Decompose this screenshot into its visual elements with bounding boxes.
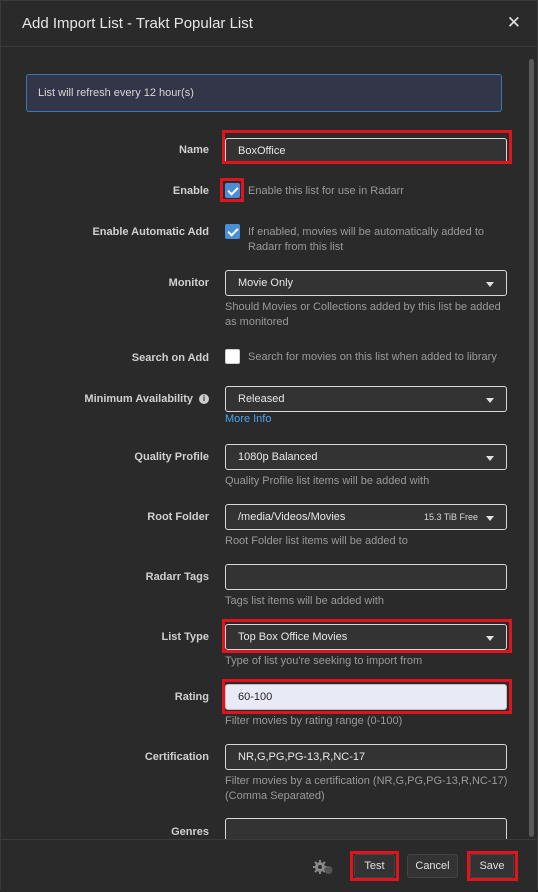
list-type-select[interactable]: Top Box Office Movies bbox=[225, 624, 507, 650]
minimum-availability-value: Released bbox=[238, 393, 285, 405]
search-on-add-checkbox[interactable] bbox=[225, 349, 240, 364]
certification-input[interactable]: NR,G,PG,PG-13,R,NC-17 bbox=[225, 744, 507, 770]
monitor-label: Monitor bbox=[168, 277, 209, 289]
root-folder-help: Root Folder list items will be added to bbox=[225, 535, 408, 547]
name-value: BoxOffice bbox=[238, 145, 286, 157]
chevron-down-icon bbox=[486, 516, 494, 521]
chevron-down-icon bbox=[486, 398, 494, 403]
monitor-help: Should Movies or Collections added by th… bbox=[225, 301, 501, 328]
radarr-tags-label: Radarr Tags bbox=[145, 571, 209, 583]
enable-label: Enable bbox=[172, 185, 209, 197]
minimum-availability-label-text: Minimum Availability bbox=[84, 393, 193, 405]
scrollbar[interactable] bbox=[529, 59, 534, 837]
modal-body[interactable]: List will refresh every 12 hour(s) Name … bbox=[1, 47, 537, 839]
refresh-info-text: List will refresh every 12 hour(s) bbox=[38, 87, 194, 99]
modal-footer: Test Cancel Save bbox=[1, 839, 537, 892]
info-icon[interactable]: i bbox=[199, 394, 209, 405]
certification-value: NR,G,PG,PG-13,R,NC-17 bbox=[238, 751, 366, 763]
enable-automatic-add-text: If enabled, movies will be automatically… bbox=[248, 226, 485, 253]
refresh-info-alert: List will refresh every 12 hour(s) bbox=[26, 74, 502, 112]
modal-title: Add Import List - Trakt Popular List bbox=[22, 15, 253, 32]
radarr-tags-input[interactable] bbox=[225, 564, 507, 590]
list-type-value: Top Box Office Movies bbox=[238, 631, 348, 643]
cancel-button[interactable]: Cancel bbox=[407, 854, 458, 878]
certification-label: Certification bbox=[144, 751, 209, 763]
enable-text: Enable this list for use in Radarr bbox=[248, 185, 404, 197]
certification-help: Filter movies by a certification (NR,G,P… bbox=[225, 775, 508, 802]
monitor-select[interactable]: Movie Only bbox=[225, 270, 507, 296]
genres-input[interactable] bbox=[225, 818, 507, 839]
minimum-availability-label: Minimum Availability i bbox=[84, 393, 209, 405]
rating-input[interactable]: 60-100 bbox=[225, 684, 507, 710]
chevron-down-icon bbox=[486, 456, 494, 461]
add-import-list-modal: Add Import List - Trakt Popular List ✕ L… bbox=[0, 0, 538, 892]
search-on-add-label: Search on Add bbox=[131, 352, 209, 364]
quality-profile-select[interactable]: 1080p Balanced bbox=[225, 444, 507, 470]
test-button[interactable]: Test bbox=[354, 854, 395, 878]
gear-icon[interactable] bbox=[312, 858, 334, 876]
chevron-down-icon bbox=[486, 282, 494, 287]
radarr-tags-help: Tags list items will be added with bbox=[225, 595, 384, 607]
enable-checkbox[interactable] bbox=[225, 183, 240, 198]
name-input[interactable]: BoxOffice bbox=[225, 138, 507, 164]
chevron-down-icon bbox=[486, 636, 494, 641]
quality-profile-help: Quality Profile list items will be added… bbox=[225, 475, 430, 487]
rating-value: 60-100 bbox=[238, 691, 273, 703]
root-folder-select[interactable]: /media/Videos/Movies 15.3 TiB Free bbox=[225, 504, 507, 530]
list-type-help: Type of list you're seeking to import fr… bbox=[225, 655, 423, 667]
modal-header: Add Import List - Trakt Popular List ✕ bbox=[1, 1, 537, 47]
search-on-add-text: Search for movies on this list when adde… bbox=[248, 351, 497, 363]
enable-automatic-add-checkbox[interactable] bbox=[225, 224, 240, 239]
enable-automatic-add-label: Enable Automatic Add bbox=[92, 226, 209, 238]
root-folder-label: Root Folder bbox=[147, 511, 209, 523]
save-button[interactable]: Save bbox=[470, 854, 514, 878]
rating-help: Filter movies by rating range (0-100) bbox=[225, 715, 403, 727]
root-folder-value: /media/Videos/Movies bbox=[238, 511, 346, 523]
rating-label: Rating bbox=[174, 691, 209, 703]
list-type-label: List Type bbox=[161, 631, 209, 643]
genres-label: Genres bbox=[171, 826, 209, 838]
minimum-availability-select[interactable]: Released bbox=[225, 386, 507, 412]
more-info-link[interactable]: More Info bbox=[225, 413, 271, 425]
close-icon[interactable]: ✕ bbox=[507, 13, 521, 33]
quality-profile-value: 1080p Balanced bbox=[238, 451, 318, 463]
root-folder-free-space: 15.3 TiB Free bbox=[423, 512, 478, 522]
monitor-value: Movie Only bbox=[238, 277, 294, 289]
name-label: Name bbox=[179, 144, 209, 156]
quality-profile-label: Quality Profile bbox=[134, 451, 209, 463]
